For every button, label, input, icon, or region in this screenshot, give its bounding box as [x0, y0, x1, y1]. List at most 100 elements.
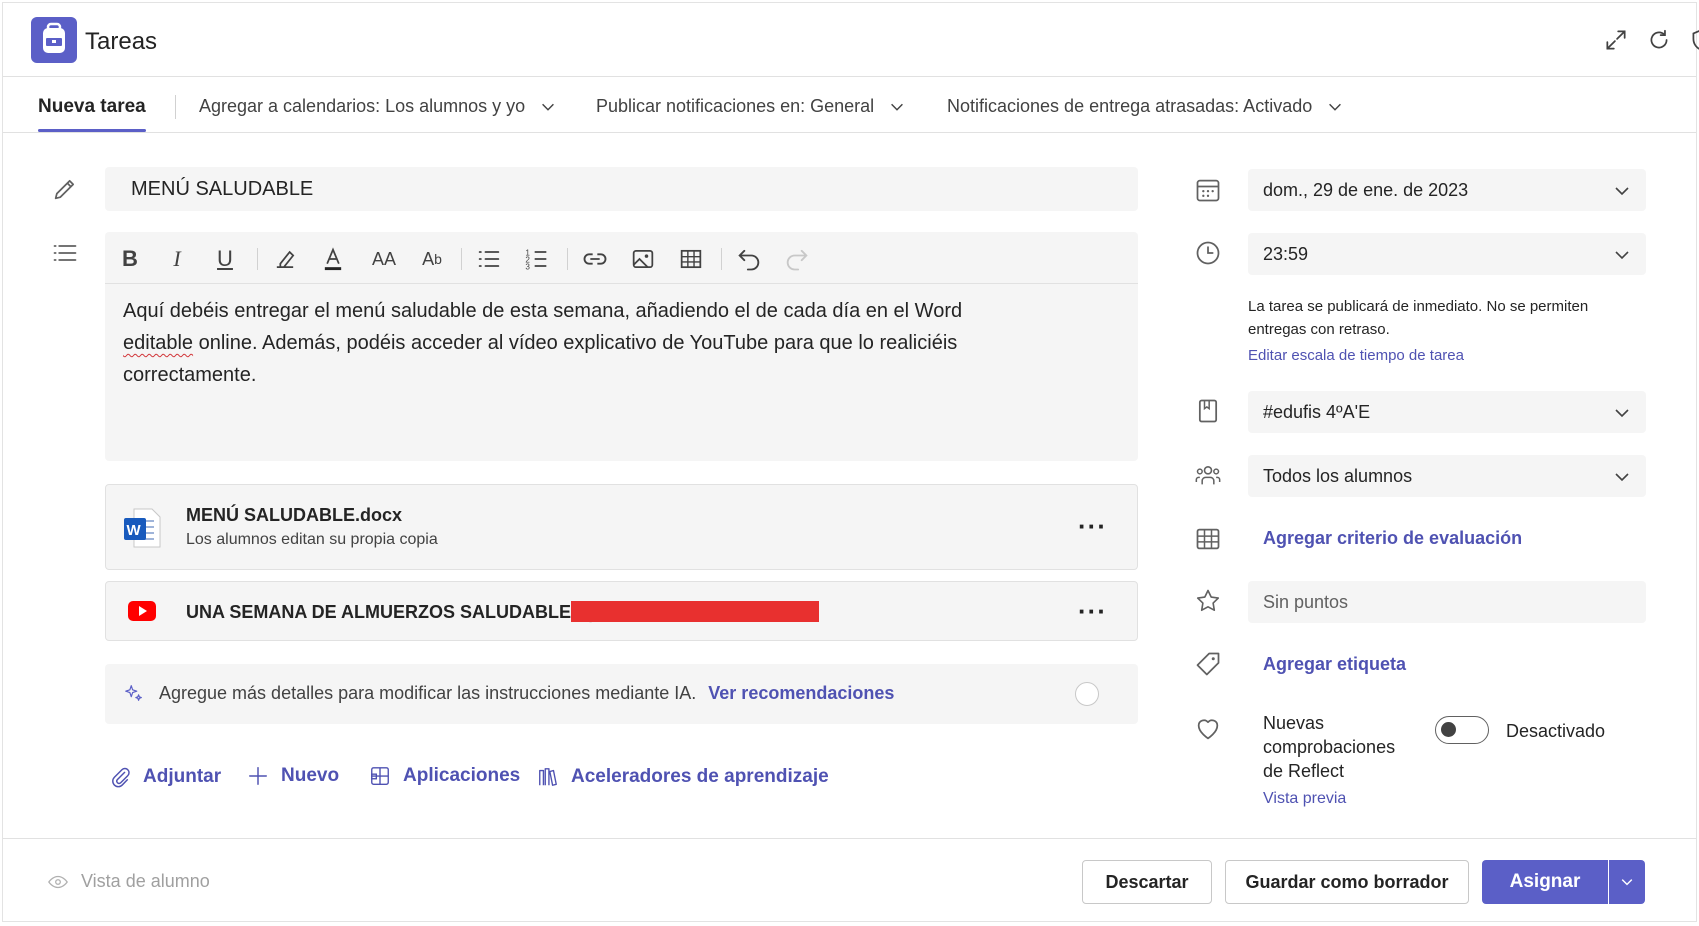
students-value: Todos los alumnos [1263, 466, 1413, 486]
toggle-knob [1441, 722, 1456, 737]
pencil-icon [54, 179, 75, 200]
save-draft-button[interactable]: Guardar como borrador [1225, 860, 1469, 904]
new-label: Nuevo [281, 765, 340, 786]
italic-icon[interactable]: I [163, 245, 191, 273]
chevron-down-icon [1621, 879, 1633, 886]
underline-icon[interactable]: U [211, 245, 239, 273]
ai-suggestions-bar: Agregue más detalles para modificar las … [105, 664, 1138, 724]
shield-icon[interactable] [1688, 27, 1699, 53]
apps-icon [371, 767, 389, 785]
svg-text:3: 3 [525, 263, 530, 272]
clock-icon [1196, 241, 1220, 265]
add-tag-link[interactable]: Agregar etiqueta [1263, 654, 1406, 675]
due-date-dropdown[interactable]: dom., 29 de ene. de 2023 [1248, 169, 1646, 211]
title-input[interactable]: MENÚ SALUDABLE [105, 167, 1138, 211]
app-title: Tareas [85, 28, 158, 55]
due-time-value: 23:59 [1263, 244, 1309, 264]
word-file-icon: W [124, 508, 161, 548]
points-input[interactable]: Sin puntos [1248, 581, 1646, 623]
image-icon[interactable] [629, 245, 657, 273]
highlight-icon[interactable] [271, 245, 299, 273]
bold-icon[interactable]: B [116, 245, 144, 273]
tab-divider [175, 95, 176, 119]
class-dropdown[interactable]: #edufis 4ºA'E [1248, 391, 1646, 433]
due-date-value: dom., 29 de ene. de 2023 [1263, 180, 1469, 200]
attach-label: Adjuntar [143, 766, 222, 787]
calendar-setting-label: Agregar a calendarios: Los alumnos y yo [199, 96, 526, 116]
reflect-preview-link[interactable]: Vista previa [1263, 790, 1346, 808]
attachment-youtube[interactable]: UNA SEMANA DE ALMUERZOS SALUDABLES | ··· [105, 581, 1138, 641]
heart-icon [1197, 719, 1219, 740]
tag-icon [1196, 652, 1220, 676]
class-value: #edufis 4ºA'E [1263, 402, 1371, 422]
toolbar-divider [567, 248, 568, 270]
people-icon [1195, 466, 1221, 485]
students-dropdown[interactable]: Todos los alumnos [1248, 455, 1646, 497]
instructions-text[interactable]: Aquí debéis entregar el menú saludable d… [123, 295, 1083, 391]
late-notifications-label: Notificaciones de entrega atrasadas: Act… [947, 96, 1313, 116]
undo-icon[interactable] [735, 245, 763, 273]
chevron-down-icon [1329, 103, 1342, 111]
redacted-text [571, 601, 819, 622]
instructions-line: Aquí debéis entregar el menú saludable d… [123, 300, 963, 322]
discard-button[interactable]: Descartar [1082, 860, 1212, 904]
attachment-name: UNA SEMANA DE ALMUERZOS SALUDABLES | [186, 602, 594, 622]
footer-bar: Vista de alumno Descartar Guardar como b… [3, 838, 1696, 923]
plus-icon [249, 767, 267, 785]
ai-toggle-radio[interactable] [1075, 682, 1099, 706]
rubric-grid-icon [1196, 528, 1220, 550]
view-recommendations-link[interactable]: Ver recomendaciones [708, 683, 894, 703]
font-size-icon[interactable]: AA [367, 245, 401, 273]
app-header: Tareas [3, 3, 1699, 77]
assignment-window: Tareas Nueva tarea Agregar a calendarios… [2, 2, 1699, 923]
formatting-toolbar: B I U AA Ab 123 [105, 232, 1138, 284]
attach-button[interactable]: Adjuntar [109, 765, 221, 789]
expand-icon[interactable] [1603, 27, 1629, 53]
tab-new-assignment[interactable]: Nueva tarea [38, 96, 146, 118]
redo-icon[interactable] [783, 245, 811, 273]
more-options-icon[interactable]: ··· [1078, 511, 1107, 542]
ai-suggestions-text: Agregue más detalles para modificar las … [159, 683, 894, 704]
more-options-icon[interactable]: ··· [1078, 596, 1107, 627]
youtube-icon [128, 601, 156, 621]
attachment-subtitle: Los alumnos editan su propia copia [186, 531, 438, 548]
reflect-toggle[interactable] [1435, 716, 1489, 744]
reflect-label: Nuevas comprobaciones de Reflect [1263, 713, 1396, 781]
instructions-editor[interactable]: B I U AA Ab 123 Aquí debéis entregar el … [105, 232, 1138, 461]
attachment-word[interactable]: W MENÚ SALUDABLE.docx Los alumnos editan… [105, 484, 1138, 570]
calendar-setting-dropdown[interactable]: Agregar a calendarios: Los alumnos y yo [199, 96, 557, 117]
edit-timeline-link[interactable]: Editar escala de tiempo de tarea [1248, 347, 1464, 364]
apps-label: Aplicaciones [403, 765, 521, 786]
attachment-name: MENÚ SALUDABLE.docx [186, 505, 403, 525]
toolbar-divider [721, 248, 722, 270]
chevron-down-icon [891, 103, 904, 111]
notifications-setting-dropdown[interactable]: Publicar notificaciones en: General [596, 96, 906, 117]
class-notebook-icon [1198, 399, 1218, 423]
add-rubric-link[interactable]: Agregar criterio de evaluación [1263, 528, 1522, 549]
assign-options-button[interactable] [1609, 860, 1645, 904]
notifications-setting-label: Publicar notificaciones en: General [596, 96, 875, 116]
books-icon [539, 768, 557, 786]
student-view-label: Vista de alumno [81, 871, 210, 891]
numbered-list-icon[interactable]: 123 [523, 245, 551, 273]
instructions-icon [53, 245, 77, 261]
points-placeholder: Sin puntos [1263, 592, 1349, 612]
late-notifications-dropdown[interactable]: Notificaciones de entrega atrasadas: Act… [947, 96, 1344, 117]
apps-button[interactable]: Aplicaciones [369, 765, 520, 787]
learning-accelerators-label: Aceleradores de aprendizaje [571, 766, 829, 787]
link-icon[interactable] [581, 245, 609, 273]
reflect-state: Desactivado [1506, 721, 1606, 741]
bullet-list-icon[interactable] [475, 245, 503, 273]
due-time-dropdown[interactable]: 23:59 [1248, 233, 1646, 275]
student-view-button[interactable]: Vista de alumno [47, 871, 210, 892]
clear-format-icon[interactable]: Ab [415, 245, 449, 273]
sparkle-icon [125, 685, 142, 701]
font-color-icon[interactable] [319, 245, 347, 273]
learning-accelerators-button[interactable]: Aceleradores de aprendizaje [537, 765, 829, 789]
refresh-icon[interactable] [1646, 27, 1672, 53]
assign-button[interactable]: Asignar [1482, 860, 1608, 904]
table-icon[interactable] [677, 245, 705, 273]
new-button[interactable]: Nuevo [247, 765, 339, 787]
title-input-value: MENÚ SALUDABLE [131, 178, 314, 200]
chevron-down-icon [1615, 251, 1629, 260]
